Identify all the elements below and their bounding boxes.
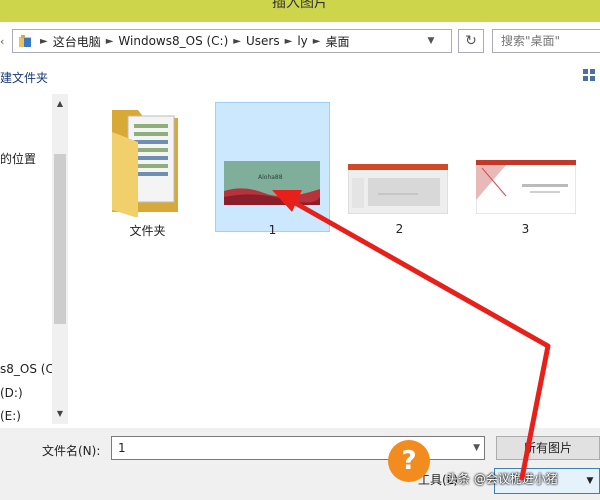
scroll-down-icon[interactable]: ▼ [52,406,68,422]
chevron-down-icon[interactable]: ▼ [583,471,597,491]
scrollbar-thumb[interactable] [54,154,66,324]
breadcrumb-user[interactable]: ly [297,34,307,48]
chevron-right-icon[interactable]: ► [40,36,48,47]
slide-thumbnail-1: Aloha88 [224,161,320,205]
sidebar-item-drive-c[interactable]: s8_OS (C [0,362,54,376]
file-tile-2-label: 2 [395,222,404,236]
chevron-right-icon[interactable]: ► [233,36,241,47]
file-type-select[interactable]: 所有图片 [496,436,600,460]
command-toolbar: 建文件夹 [0,66,600,88]
chevron-right-icon[interactable]: ► [313,36,321,47]
file-tile-folder-label: 文件夹 [129,224,166,238]
watermark-badge-icon: ? [388,440,430,482]
breadcrumb: ► 这台电脑 ► Windows8_OS (C:) ► Users ► ly ►… [35,30,349,52]
watermark-text: 头条 @会议桅进小猪 [446,472,558,486]
window-title-bar: 插入图片 [0,0,600,22]
dialog-footer: 文件名(N): ▼ 所有图片 工具(L) ▼ [0,428,600,500]
sidebar-item-drive-d[interactable]: (D:) [0,386,23,400]
breadcrumb-desktop[interactable]: 桌面 [325,33,349,50]
refresh-icon: ↻ [465,33,477,49]
window-title: 插入图片 [272,0,328,11]
sidebar-item-recent-places[interactable]: 的位置 [0,150,36,167]
address-bar[interactable]: ► 这台电脑 ► Windows8_OS (C:) ► Users ► ly ►… [12,29,452,53]
chevron-left-icon[interactable]: ‹ [0,35,10,49]
file-list: 文件夹 Aloha88 1 2 3 [70,94,600,424]
file-tile-1-label: 1 [268,223,277,237]
file-tile-folder[interactable]: 文件夹 [90,102,205,238]
new-folder-button[interactable]: 建文件夹 [0,69,48,86]
chevron-right-icon[interactable]: ► [106,36,114,47]
search-input[interactable] [493,30,600,52]
file-tile-3[interactable]: 3 [468,102,583,236]
breadcrumb-this-pc[interactable]: 这台电脑 [53,33,101,50]
address-bar-row: ‹ ► 这台电脑 ► Windows8_OS (C:) ► Users ► ly… [0,29,600,55]
search-box[interactable] [492,29,600,53]
sidebar-item-drive-e[interactable]: (E:) [0,409,21,423]
file-tile-1[interactable]: Aloha88 1 [215,102,330,237]
sidebar-scrollbar[interactable]: ▲ ▼ [52,94,68,424]
file-tile-2[interactable]: 2 [342,102,457,236]
view-options-icon[interactable] [582,68,596,82]
folder-icon [112,110,178,217]
folder-path-icon [19,35,31,47]
slide-thumbnail-2 [348,164,448,214]
refresh-button[interactable]: ↻ [458,29,484,53]
slide-thumbnail-3 [476,160,576,214]
filename-label: 文件名(N): [42,444,101,458]
slide-thumbnail-1-text: Aloha88 [258,174,283,181]
file-tile-3-label: 3 [521,222,530,236]
chevron-down-icon[interactable]: ▼ [473,437,480,459]
breadcrumb-drive-c[interactable]: Windows8_OS (C:) [118,34,228,48]
breadcrumb-users[interactable]: Users [246,34,280,48]
chevron-down-icon[interactable]: ▼ [424,30,438,52]
scroll-up-icon[interactable]: ▲ [52,96,68,112]
chevron-right-icon[interactable]: ► [285,36,293,47]
